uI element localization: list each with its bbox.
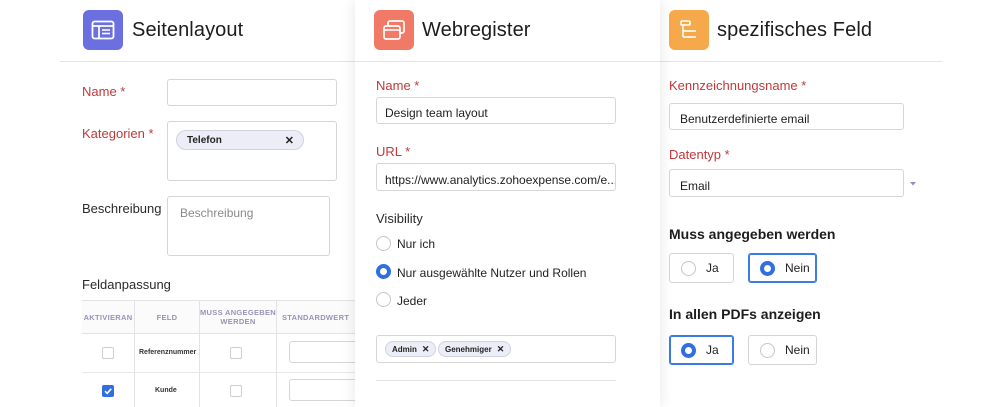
- pdf-yes-radio[interactable]: [681, 342, 696, 358]
- role-chip-admin: Admin ✕: [385, 341, 437, 357]
- field-customization-title: Feldanpassung: [82, 277, 171, 292]
- col-divider: [134, 300, 135, 407]
- category-chip-label: Telefon: [187, 134, 222, 146]
- col-divider: [199, 300, 200, 407]
- description-label: Beschreibung: [82, 201, 162, 216]
- row-divider: [82, 372, 362, 373]
- name-value: Design team layout: [385, 106, 488, 120]
- web-register-title: Webregister: [422, 18, 531, 41]
- url-input[interactable]: https://www.analytics.zohoexpense.com/e.…: [376, 163, 616, 191]
- pdf-yes-label: Ja: [706, 343, 719, 357]
- pdf-no-option[interactable]: Nein: [748, 335, 817, 365]
- chevron-down-icon[interactable]: [909, 181, 917, 187]
- stage: Seitenlayout Name * Kategorien * Telefon…: [0, 0, 1000, 407]
- windows-icon: [374, 10, 414, 50]
- col-divider: [276, 300, 277, 407]
- name-input[interactable]: [167, 79, 337, 106]
- pdf-yes-option[interactable]: Ja: [669, 335, 734, 365]
- mandatory-no-radio[interactable]: [760, 260, 775, 276]
- visibility-option-only-me[interactable]: Nur ich: [397, 237, 435, 251]
- table-header-mandatory: MUSS ANGEGEBEN WERDEN: [200, 308, 277, 326]
- name-label: Name *: [376, 78, 420, 93]
- pdf-title: In allen PDFs anzeigen: [669, 306, 821, 322]
- role-chip-approver: Genehmiger ✕: [438, 341, 512, 357]
- close-icon[interactable]: ✕: [497, 344, 505, 355]
- visibility-label: Visibility: [376, 211, 423, 226]
- table-header-field: FELD: [156, 312, 178, 322]
- name-label: Name *: [82, 84, 126, 99]
- pdf-no-radio[interactable]: [760, 342, 775, 358]
- specific-field-title: spezifisches Feld: [717, 18, 873, 41]
- table-row-field: Kunde: [155, 387, 177, 394]
- table-header-activate: AKTIVIERAN: [83, 312, 133, 322]
- page-layout-header: Seitenlayout: [83, 10, 243, 50]
- url-label: URL *: [376, 144, 411, 159]
- category-chip: Telefon ✕: [176, 130, 304, 150]
- mandatory-yes-option[interactable]: Ja: [669, 253, 734, 283]
- row-default-input[interactable]: [289, 379, 359, 401]
- label-name-value: Benutzerdefinierte email: [680, 112, 810, 126]
- page-layout-panel: Seitenlayout Name * Kategorien * Telefon…: [0, 0, 362, 407]
- row-mandatory-checkbox[interactable]: [230, 347, 242, 359]
- field-icon: [669, 10, 709, 50]
- datatype-select[interactable]: Email: [669, 169, 904, 197]
- label-name-label: Kennzeichnungsname *: [669, 78, 807, 93]
- mandatory-no-label: Nein: [785, 261, 810, 275]
- header-divider: [657, 61, 942, 62]
- mandatory-no-option[interactable]: Nein: [748, 253, 817, 283]
- page-title: Seitenlayout: [132, 18, 244, 41]
- header-divider: [60, 61, 360, 62]
- mandatory-yes-label: Ja: [706, 261, 719, 275]
- visibility-radio-everyone[interactable]: [376, 292, 391, 307]
- pdf-no-label: Nein: [785, 343, 810, 357]
- layout-icon: [83, 10, 123, 50]
- row-mandatory-checkbox[interactable]: [230, 385, 242, 397]
- close-icon[interactable]: ✕: [285, 134, 294, 147]
- datatype-value: Email: [680, 179, 711, 193]
- url-value: https://www.analytics.zohoexpense.com/e.…: [385, 173, 616, 187]
- row-default-input[interactable]: [289, 341, 359, 363]
- row-activate-checkbox[interactable]: [102, 385, 114, 397]
- role-chip-label: Genehmiger: [445, 344, 492, 354]
- header-divider: [355, 61, 660, 62]
- edge-fade: [960, 0, 1000, 407]
- mandatory-yes-radio[interactable]: [681, 260, 696, 276]
- footer-divider: [376, 380, 616, 381]
- description-placeholder: Beschreibung: [180, 206, 254, 220]
- role-chip-label: Admin: [392, 344, 417, 354]
- mandatory-title: Muss angegeben werden: [669, 226, 836, 242]
- specific-field-header: spezifisches Feld: [669, 10, 872, 50]
- table-row-field: Referenznummer: [139, 349, 197, 356]
- label-name-input[interactable]: Benutzerdefinierte email: [669, 103, 904, 130]
- check-icon: [104, 388, 112, 395]
- visibility-option-everyone[interactable]: Jeder: [397, 294, 427, 308]
- web-register-panel: Webregister Name * Design team layout UR…: [355, 0, 660, 407]
- visibility-option-selected[interactable]: Nur ausgewählte Nutzer und Rollen: [397, 266, 586, 280]
- visibility-radio-only-me[interactable]: [376, 236, 391, 251]
- name-input[interactable]: Design team layout: [376, 97, 616, 124]
- table-header-default: STANDARDWERT: [282, 312, 350, 322]
- visibility-radio-selected[interactable]: [376, 264, 391, 279]
- categories-label: Kategorien *: [82, 126, 154, 141]
- web-register-header: Webregister: [374, 10, 531, 50]
- row-activate-checkbox[interactable]: [102, 347, 114, 359]
- description-textarea[interactable]: Beschreibung: [167, 196, 330, 256]
- specific-field-panel: spezifisches Feld Kennzeichnungsname * B…: [657, 0, 1000, 407]
- datatype-label: Datentyp *: [669, 147, 730, 162]
- close-icon[interactable]: ✕: [422, 344, 430, 355]
